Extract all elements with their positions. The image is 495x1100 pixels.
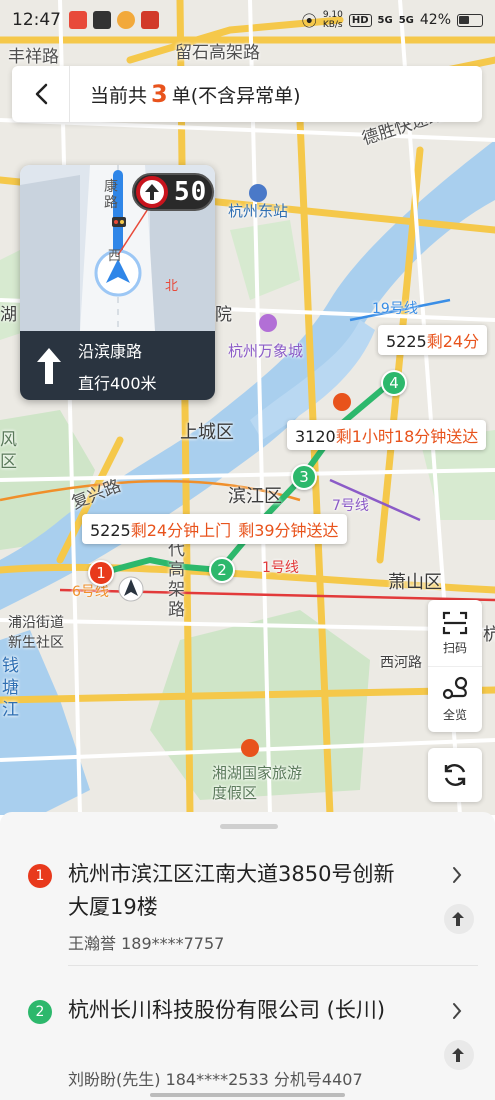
scan-label: 扫码 (442, 640, 467, 655)
map-label-place: 院 (215, 305, 232, 325)
status-time: 12:47 (12, 10, 61, 30)
turn-arrow-icon (452, 1048, 464, 1062)
signal-icon: 5G (377, 14, 393, 26)
stop-marker[interactable]: 4 (381, 370, 407, 396)
title-prefix: 当前共 (90, 85, 148, 107)
map-label-metro: 7号线 (332, 498, 369, 514)
route-tag[interactable]: 5225剩24分钟上门 剩39分钟送达 (82, 514, 347, 544)
order-number-badge: 1 (28, 864, 52, 888)
chevron-right-icon[interactable] (452, 866, 462, 884)
order-list-sheet[interactable]: 1 杭州市滨江区江南大道3850号创新大厦19楼 王瀚誉 189****7757… (0, 812, 495, 1100)
refresh-button[interactable] (428, 748, 482, 802)
map-label-place: 杭 (483, 625, 495, 645)
route-tag-code: 3120 (295, 427, 336, 446)
map-label-district: 上城区 (180, 422, 234, 443)
status-bar: 12:47 ⦿ 9.10 KB/s HD 5G 5G 42% (0, 0, 495, 40)
speed-limit-value: 50 (174, 177, 208, 207)
app-icon (117, 11, 135, 29)
back-button[interactable] (12, 66, 70, 122)
home-indicator[interactable] (150, 1093, 345, 1097)
map-label-place: 湖 (0, 305, 17, 325)
sheet-drag-handle[interactable] (220, 824, 278, 829)
route-tag-text: 剩1小时18分钟送达 (335, 427, 479, 446)
status-right: ⦿ 9.10 KB/s HD 5G 5G 42% (302, 10, 483, 31)
map-label-mall: 杭州万象城 (228, 342, 304, 360)
location-icon: ⦿ (301, 11, 317, 30)
nav-road-label: 康路 (104, 179, 118, 211)
refresh-icon (444, 764, 466, 786)
route-overview-icon (442, 676, 468, 700)
stop-marker[interactable]: 3 (291, 464, 317, 490)
hd-badge: HD (348, 13, 372, 27)
nav-road-label: 西 (108, 249, 122, 264)
overview-label: 全览 (442, 708, 467, 722)
route-tag-text: 剩39分钟送达 (238, 521, 339, 540)
straight-arrow-icon (20, 331, 78, 400)
stop-marker[interactable]: 2 (209, 557, 235, 583)
map-view[interactable]: 丰祥路 留石高架路 德胜快速路 复兴路 代高架路 1号线 6号线 7号线 19号… (0, 0, 495, 815)
route-tag-text: 剩24分 (426, 332, 480, 351)
map-label-place: 浦沿街道 (8, 615, 64, 631)
battery-icon (457, 13, 483, 27)
order-contact: 王瀚誉 189****7757 (68, 934, 225, 953)
net-speed-value: 9.10 (322, 10, 343, 20)
nav-instruction: 沿滨康路 直行400米 (20, 331, 215, 400)
net-speed: 9.10 KB/s (323, 10, 343, 30)
route-tag[interactable]: 5225剩24分 (378, 325, 488, 355)
scan-icon (442, 611, 468, 634)
order-count: 3 (151, 80, 168, 108)
notification-icon (69, 11, 87, 29)
map-label-metro: 1号线 (262, 560, 299, 576)
map-label-district: 滨江区 (228, 486, 282, 507)
map-label-road: 留石高架路 (175, 43, 260, 63)
order-address: 杭州长川科技股份有限公司 (长川) (68, 998, 386, 1022)
map-label-district: 萧山区 (388, 572, 442, 593)
chevron-left-icon (35, 83, 47, 105)
map-label-road: 西河路 (380, 655, 422, 671)
page-title: 当前共 3 单(不含异常单) (70, 80, 301, 108)
map-label-road: 代高架路 (168, 540, 185, 620)
overview-button[interactable]: 全览 (428, 666, 482, 732)
map-label-station: 杭州东站 (228, 202, 289, 220)
scan-button[interactable]: 扫码 (428, 600, 482, 666)
order-header: 当前共 3 单(不含异常单) (12, 66, 482, 122)
title-suffix: 单(不含异常单) (171, 85, 301, 107)
signal-icon: 5G (398, 14, 414, 26)
map-tools: 扫码 全览 (428, 600, 482, 732)
map-label-park: 湘湖国家旅游度假区 (212, 764, 303, 802)
battery-percent: 42% (419, 12, 451, 28)
order-number-badge: 2 (28, 1000, 52, 1024)
nav-road: 沿滨康路 (78, 341, 143, 361)
chevron-right-icon[interactable] (452, 1002, 462, 1020)
map-label-river: 钱塘江 (2, 656, 19, 720)
speed-limit-badge: 50 (132, 173, 214, 211)
app-icon (93, 11, 111, 29)
net-speed-unit: KB/s (322, 20, 343, 30)
nav-compass-label: 北 (165, 279, 179, 294)
nav-distance: 直行400米 (78, 373, 157, 393)
route-tag-code: 5225 (386, 332, 427, 351)
map-label-place: 区 (0, 452, 17, 472)
stop-marker[interactable]: 1 (88, 560, 114, 586)
route-tag-text: 剩24分钟上门 (130, 521, 232, 540)
map-label-road: 丰祥路 (8, 47, 59, 67)
app-icon (141, 11, 159, 29)
map-label-metro: 19号线 (372, 301, 418, 317)
turn-arrow-icon (452, 912, 464, 926)
route-tag[interactable]: 3120剩1小时18分钟送达 (287, 420, 487, 450)
navigate-button[interactable] (444, 904, 474, 934)
route-tag-code: 5225 (90, 521, 131, 540)
map-label-place: 新生社区 (8, 635, 64, 651)
up-arrow-icon (136, 176, 168, 208)
order-contact: 刘盼盼(先生) 184****2533 分机号4407 (68, 1070, 363, 1089)
navigate-button[interactable] (444, 1040, 474, 1070)
order-address: 杭州市滨江区江南大道3850号创新大厦19楼 (68, 862, 395, 919)
divider (68, 965, 478, 966)
